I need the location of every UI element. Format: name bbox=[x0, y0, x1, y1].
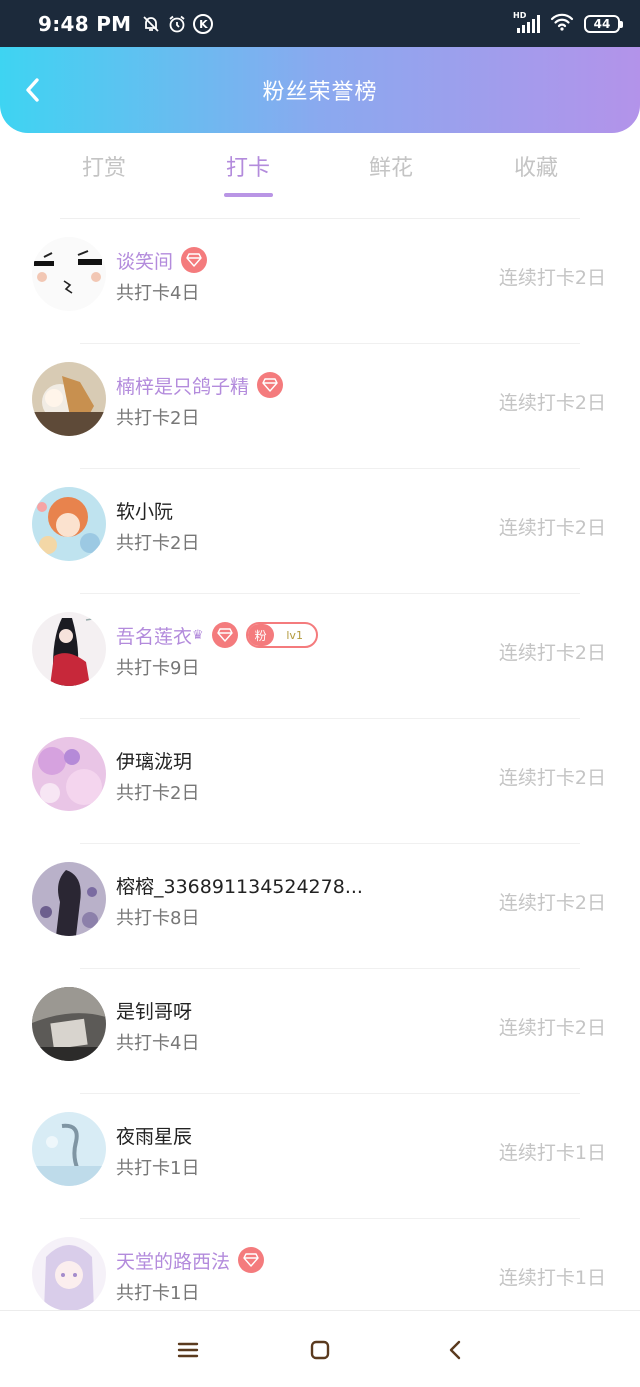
tab-reward[interactable]: 打赏 bbox=[54, 150, 154, 182]
streak-text: 连续打卡2日 bbox=[498, 892, 606, 914]
fan-name: 吾名莲衣 bbox=[116, 625, 193, 648]
status-time: 9:48 PM bbox=[38, 12, 132, 36]
fan-name: 榕榕_336891134524278... bbox=[116, 875, 363, 898]
system-nav-bar bbox=[0, 1310, 640, 1387]
avatar[interactable] bbox=[32, 987, 106, 1061]
total-checkins: 共打卡1日 bbox=[116, 1283, 200, 1304]
avatar[interactable] bbox=[32, 237, 106, 311]
streak-text: 连续打卡1日 bbox=[498, 1267, 606, 1289]
streak-text: 连续打卡2日 bbox=[498, 267, 606, 289]
fan-list: 谈笑间 共打卡4日 连续打卡2日 楠梓是只鸽子精 共打卡2日 连续打卡2日 软小… bbox=[0, 219, 640, 1344]
alarm-icon bbox=[167, 14, 187, 34]
signal-icon: HD bbox=[513, 11, 540, 33]
tab-flowers[interactable]: 鲜花 bbox=[341, 150, 441, 182]
streak-text: 连续打卡2日 bbox=[498, 642, 606, 664]
list-item[interactable]: 夜雨星辰 共打卡1日 连续打卡1日 bbox=[0, 1094, 640, 1219]
page-header: 粉丝荣誉榜 bbox=[0, 47, 640, 133]
k-app-icon: K bbox=[193, 14, 214, 34]
list-item[interactable]: 是钊哥呀 共打卡4日 连续打卡2日 bbox=[0, 969, 640, 1094]
total-checkins: 共打卡2日 bbox=[116, 408, 200, 429]
fan-name: 谈笑间 bbox=[116, 250, 174, 273]
page-title: 粉丝荣誉榜 bbox=[262, 80, 378, 105]
list-item[interactable]: 软小阮 共打卡2日 连续打卡2日 bbox=[0, 469, 640, 594]
list-item[interactable]: 伊璃泷玥 共打卡2日 连续打卡2日 bbox=[0, 719, 640, 844]
total-checkins: 共打卡4日 bbox=[116, 1033, 200, 1054]
menu-button[interactable] bbox=[177, 1339, 199, 1361]
tab-bar: 打赏 打卡 鲜花 收藏 bbox=[0, 140, 640, 202]
fan-name: 是钊哥呀 bbox=[116, 1000, 193, 1023]
fan-name: 天堂的路西法 bbox=[116, 1250, 231, 1273]
fan-name: 夜雨星辰 bbox=[116, 1125, 193, 1148]
total-checkins: 共打卡1日 bbox=[116, 1158, 200, 1179]
status-icons-left: K bbox=[141, 14, 214, 34]
battery-icon: 44 bbox=[584, 15, 623, 33]
avatar[interactable] bbox=[32, 737, 106, 811]
fan-name: 楠梓是只鸽子精 bbox=[116, 375, 250, 398]
diamond-icon bbox=[181, 247, 208, 273]
streak-text: 连续打卡2日 bbox=[498, 1017, 606, 1039]
list-item[interactable]: 榕榕_336891134524278... 共打卡8日 连续打卡2日 bbox=[0, 844, 640, 969]
streak-text: 连续打卡2日 bbox=[498, 517, 606, 539]
home-button[interactable] bbox=[309, 1339, 331, 1361]
system-back-button[interactable] bbox=[444, 1339, 466, 1361]
streak-text: 连续打卡2日 bbox=[498, 767, 606, 789]
avatar[interactable] bbox=[32, 862, 106, 936]
home-icon bbox=[310, 1340, 330, 1360]
chevron-left-icon bbox=[26, 78, 39, 102]
status-bar: 9:48 PM K HD 44 bbox=[0, 0, 640, 48]
back-button[interactable] bbox=[18, 75, 48, 105]
status-icons-right: HD 44 bbox=[513, 11, 623, 35]
avatar[interactable] bbox=[32, 487, 106, 561]
total-checkins: 共打卡2日 bbox=[116, 533, 200, 554]
total-checkins: 共打卡4日 bbox=[116, 283, 200, 304]
tab-favorites[interactable]: 收藏 bbox=[486, 150, 586, 182]
streak-text: 连续打卡1日 bbox=[498, 1142, 606, 1164]
avatar[interactable] bbox=[32, 1112, 106, 1186]
network-type: HD bbox=[513, 11, 527, 20]
list-item[interactable]: 楠梓是只鸽子精 共打卡2日 连续打卡2日 bbox=[0, 344, 640, 469]
streak-text: 连续打卡2日 bbox=[498, 392, 606, 414]
bell-off-icon bbox=[141, 14, 161, 34]
back-arrow-icon bbox=[449, 1340, 461, 1360]
diamond-icon bbox=[238, 1247, 265, 1273]
tab-indicator bbox=[224, 193, 273, 197]
diamond-icon bbox=[211, 622, 238, 648]
total-checkins: 共打卡9日 bbox=[116, 658, 200, 679]
total-checkins: 共打卡2日 bbox=[116, 783, 200, 804]
fan-name: 伊璃泷玥 bbox=[116, 750, 193, 773]
menu-icon bbox=[177, 1342, 199, 1358]
total-checkins: 共打卡8日 bbox=[116, 908, 200, 929]
list-item[interactable]: 谈笑间 共打卡4日 连续打卡2日 bbox=[0, 219, 640, 344]
fan-name: 软小阮 bbox=[116, 500, 174, 523]
fan-badge-level: lv1 bbox=[286, 628, 303, 642]
avatar[interactable] bbox=[32, 612, 106, 686]
avatar[interactable] bbox=[32, 362, 106, 436]
tab-checkin[interactable]: 打卡 bbox=[198, 150, 298, 182]
diamond-icon bbox=[257, 372, 284, 398]
fan-badge-label: 粉 bbox=[247, 624, 274, 646]
fan-level-badge: 粉 lv1 bbox=[245, 622, 318, 648]
crown-icon: ♛ bbox=[192, 627, 204, 643]
wifi-icon bbox=[550, 13, 574, 35]
list-item[interactable]: 吾名莲衣 ♛ 粉 lv1 共打卡9日 连续打卡2日 bbox=[0, 594, 640, 719]
avatar[interactable] bbox=[32, 1237, 106, 1311]
